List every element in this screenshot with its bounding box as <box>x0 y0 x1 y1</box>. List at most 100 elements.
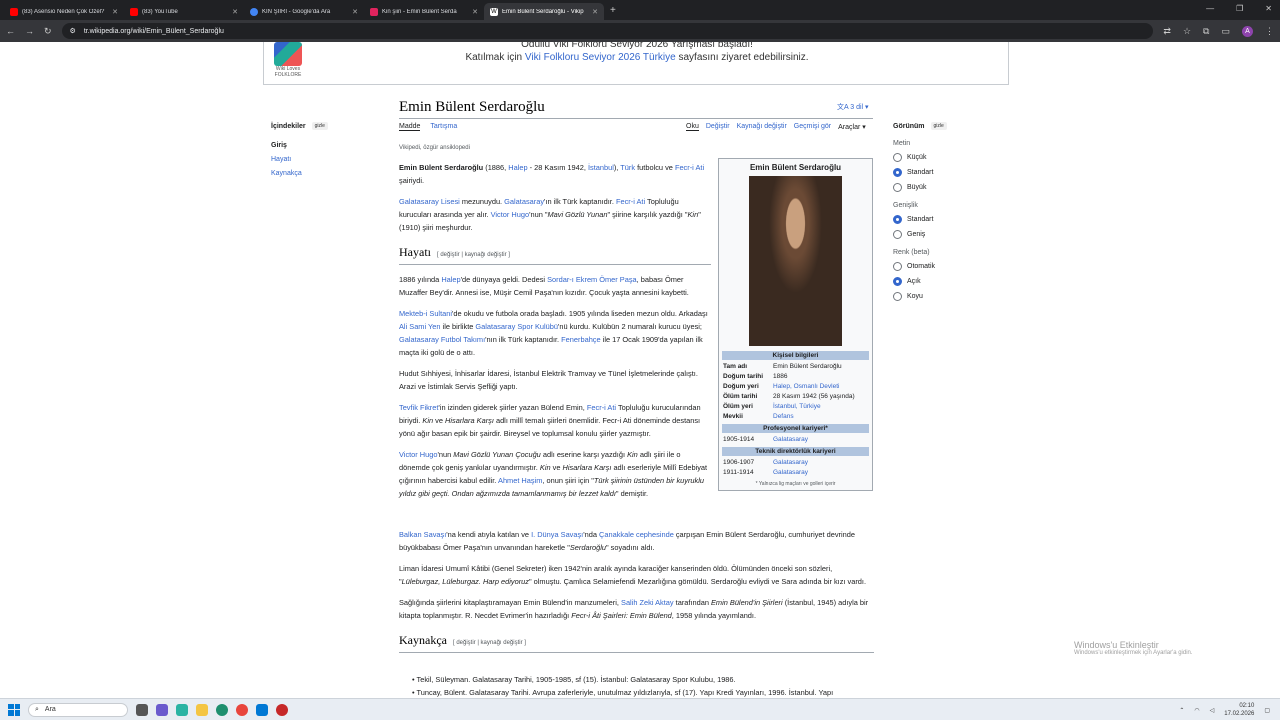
chevron-up-icon[interactable]: ⌃ <box>1179 707 1184 714</box>
link[interactable]: İstanbul, Türkiye <box>773 402 821 412</box>
app-icon[interactable] <box>276 703 288 716</box>
site-info-icon[interactable]: ⚙ <box>70 27 76 35</box>
browser-tab-active[interactable]: W Emin Bülent Serdaroğlu - Vikip ✕ <box>484 3 604 20</box>
radio-option[interactable]: Standart <box>893 215 1003 224</box>
sidebar-icon[interactable]: ▭ <box>1221 26 1230 37</box>
translate-icon[interactable]: ⇄ <box>1163 26 1171 37</box>
link[interactable]: Salih Zeki Aktay <box>621 598 674 607</box>
browser-tab[interactable]: (83) YouTube ✕ <box>124 3 244 20</box>
link[interactable]: Halep, Osmanlı Devleti <box>773 382 839 392</box>
edge-icon[interactable] <box>216 703 228 716</box>
tab-madde[interactable]: Madde <box>399 123 421 131</box>
section-edit-links[interactable]: [ değiştir | kaynağı değiştir ] <box>437 252 510 258</box>
close-icon[interactable]: ✕ <box>112 8 118 16</box>
menu-icon[interactable]: ⋮ <box>1265 26 1274 37</box>
link[interactable]: Galatasaray <box>773 435 808 445</box>
volume-icon[interactable]: ◁ <box>1210 707 1215 714</box>
link[interactable]: Galatasaray <box>773 458 808 468</box>
link[interactable]: Tevfik Fikret <box>399 403 438 412</box>
browser-tab[interactable]: Kin şiiri - Emin Bülent Serda ✕ <box>364 3 484 20</box>
link[interactable]: Fenerbahçe <box>561 335 600 344</box>
extensions-icon[interactable]: ⧉ <box>1203 26 1209 37</box>
tab-gecmisi-gor[interactable]: Geçmişi gör <box>794 123 831 131</box>
close-icon[interactable]: ✕ <box>472 8 478 16</box>
back-icon[interactable]: ← <box>6 26 15 36</box>
reload-icon[interactable]: ↻ <box>44 26 52 37</box>
tab-degistir[interactable]: Değiştir <box>706 123 730 131</box>
radio-option[interactable]: Koyu <box>893 292 1003 301</box>
radio-option[interactable]: Otomatik <box>893 262 1003 271</box>
tab-araclar[interactable]: Araçlar ▾ <box>838 123 866 131</box>
tab-tartisma[interactable]: Tartışma <box>430 123 457 131</box>
link[interactable]: Halep <box>508 163 527 172</box>
reference-list: • Tekil, Süleyman. Galatasaray Tarihi, 1… <box>412 673 833 698</box>
link[interactable]: Fecr-i Ati <box>616 197 645 206</box>
maximize-icon[interactable]: ❐ <box>1236 4 1243 13</box>
clock[interactable]: 02:10 17.02.2026 <box>1224 702 1254 718</box>
link[interactable]: Çanakkale cephesinde <box>599 530 674 539</box>
link[interactable]: İstanbul <box>588 163 614 172</box>
section-edit-links[interactable]: [ değiştir | kaynağı değiştir ] <box>453 640 526 646</box>
link[interactable]: I. Dünya Savaşı <box>531 530 583 539</box>
radio-option[interactable]: Açık <box>893 277 1003 286</box>
link[interactable]: Sordar-ı Ekrem Ömer Paşa <box>547 275 637 284</box>
close-icon[interactable]: ✕ <box>232 8 238 16</box>
infobox-note: * Yalnızca lig maçları ve golleri içerir <box>755 481 836 487</box>
link[interactable]: Ali Sami Yen <box>399 322 441 331</box>
link[interactable]: Defans <box>773 412 794 422</box>
profile-avatar[interactable]: A <box>1242 25 1253 37</box>
radio-option[interactable]: Geniş <box>893 230 1003 239</box>
link[interactable]: Fecr-i Ati <box>587 403 616 412</box>
toc-item[interactable]: Hayatı <box>271 156 381 163</box>
link[interactable]: Ahmet Haşim <box>498 476 542 485</box>
tab-oku[interactable]: Oku <box>686 123 699 131</box>
link[interactable]: Balkan Savaşı <box>399 530 446 539</box>
close-icon[interactable]: ✕ <box>352 8 358 16</box>
bookmark-star-icon[interactable]: ☆ <box>1183 26 1191 37</box>
task-view-icon[interactable] <box>136 703 148 716</box>
minimize-icon[interactable]: — <box>1206 4 1214 13</box>
radio-option[interactable]: Büyük <box>893 183 1003 192</box>
banner-link[interactable]: Viki Folkloru Seviyor 2026 Türkiye <box>525 52 676 63</box>
copilot-icon[interactable] <box>176 703 188 716</box>
radio-option[interactable]: Standart <box>893 168 1003 177</box>
link[interactable]: Halep <box>441 275 460 284</box>
notification-icon[interactable]: ▢ <box>1264 707 1270 714</box>
store-icon[interactable] <box>256 703 268 716</box>
system-tray: ⌃ ◠ ◁ 02:10 17.02.2026 ▢ <box>1179 702 1270 718</box>
taskbar-search[interactable]: ⌕ Ara <box>28 702 128 717</box>
link[interactable]: Türk <box>620 163 635 172</box>
link[interactable]: Victor Hugo <box>399 450 437 459</box>
wifi-icon[interactable]: ◠ <box>1194 707 1199 714</box>
new-tab-button[interactable]: + <box>610 5 616 16</box>
toc-item[interactable]: Giriş <box>271 142 381 149</box>
link[interactable]: Victor Hugo <box>491 210 529 219</box>
url-bar[interactable]: ⚙ tr.wikipedia.org/wiki/Emin_Bülent_Serda… <box>61 23 1154 39</box>
link[interactable]: Galatasaray <box>504 197 544 206</box>
link[interactable]: Galatasaray Lisesi <box>399 197 460 206</box>
radio-circle <box>893 168 902 177</box>
link[interactable]: Galatasaray <box>773 468 808 478</box>
paragraph: Mekteb-i Sultani'de okudu ve futbola ora… <box>399 309 708 357</box>
browser-tab[interactable]: KIN ŞİİRİ - Google'da Ara ✕ <box>244 3 364 20</box>
appearance-hide-button[interactable]: gizle <box>930 122 947 130</box>
link[interactable]: Fecr-i Ati <box>675 163 704 172</box>
link[interactable]: Galatasaray Spor Kulübü <box>475 322 558 331</box>
infobox-section: Teknik direktörlük kariyeri <box>722 447 869 456</box>
widget-icon[interactable] <box>156 703 168 716</box>
close-window-icon[interactable]: ✕ <box>1265 4 1272 13</box>
language-button[interactable]: 文A 3 dil ▾ <box>837 102 869 112</box>
radio-option[interactable]: Küçük <box>893 153 1003 162</box>
close-icon[interactable]: ✕ <box>592 8 598 16</box>
portrait-image[interactable] <box>749 176 842 346</box>
link[interactable]: Galatasaray Futbol Takımı <box>399 335 485 344</box>
tab-kaynagi-degistir[interactable]: Kaynağı değiştir <box>737 123 787 131</box>
chrome-icon[interactable] <box>236 703 248 716</box>
toc-item[interactable]: Kaynakça <box>271 170 381 177</box>
forward-icon[interactable]: → <box>25 26 34 36</box>
toc-hide-button[interactable]: gizle <box>311 122 328 130</box>
browser-tab[interactable]: (83) Asensio Neden Çok Özel? ✕ <box>4 3 124 20</box>
link[interactable]: Mekteb-i Sultani <box>399 309 452 318</box>
windows-start-icon[interactable] <box>8 703 20 716</box>
file-explorer-icon[interactable] <box>196 703 208 716</box>
